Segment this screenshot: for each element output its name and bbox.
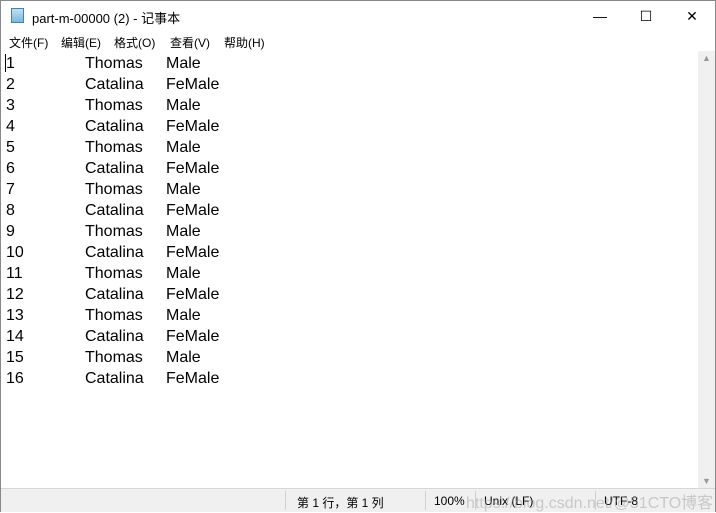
text-caret xyxy=(5,54,6,72)
text-line: 13 Thomas Male xyxy=(1,305,601,326)
line-number: 3 xyxy=(6,97,15,114)
notepad-icon xyxy=(11,8,24,23)
minimize-button[interactable]: — xyxy=(577,1,623,31)
line-name: Catalina xyxy=(85,286,144,303)
line-name: Catalina xyxy=(85,76,144,93)
line-number: 7 xyxy=(6,181,15,198)
line-gender: FeMale xyxy=(166,160,220,177)
line-gender: Male xyxy=(166,223,201,240)
status-bar: 第 1 行，第 1 列 100% Unix (LF) UTF-8 https:/… xyxy=(1,488,715,512)
line-number: 16 xyxy=(6,370,24,387)
line-number: 12 xyxy=(6,286,24,303)
text-line: 15 Thomas Male xyxy=(1,347,601,368)
line-gender: FeMale xyxy=(166,244,220,261)
text-line: 12 Catalina FeMale xyxy=(1,284,601,305)
line-name: Thomas xyxy=(85,349,143,366)
cursor-position: 第 1 行，第 1 列 xyxy=(297,496,384,510)
menu-bar: 文件(F) 编辑(E) 格式(O) 查看(V) 帮助(H) xyxy=(1,31,715,51)
menu-help[interactable]: 帮助(H) xyxy=(224,34,265,51)
menu-edit[interactable]: 编辑(E) xyxy=(61,34,101,51)
line-number: 10 xyxy=(6,244,24,261)
text-line: 16 Catalina FeMale xyxy=(1,368,601,389)
line-name: Thomas xyxy=(85,265,143,282)
line-gender: FeMale xyxy=(166,118,220,135)
text-line: 14 Catalina FeMale xyxy=(1,326,601,347)
text-line: 2 Catalina FeMale xyxy=(1,74,601,95)
line-name: Thomas xyxy=(85,181,143,198)
menu-format[interactable]: 格式(O) xyxy=(114,34,155,51)
menu-view[interactable]: 查看(V) xyxy=(170,34,210,51)
line-name: Catalina xyxy=(85,328,144,345)
text-line: 3 Thomas Male xyxy=(1,95,601,116)
line-gender: FeMale xyxy=(166,328,220,345)
menu-file[interactable]: 文件(F) xyxy=(9,34,48,51)
title-bar: part-m-00000 (2) - 记事本 — ☐ ✕ xyxy=(1,1,715,31)
text-line: 8 Catalina FeMale xyxy=(1,200,601,221)
line-number: 15 xyxy=(6,349,24,366)
line-name: Catalina xyxy=(85,160,144,177)
line-name: Catalina xyxy=(85,370,144,387)
line-name: Thomas xyxy=(85,223,143,240)
line-name: Thomas xyxy=(85,307,143,324)
line-name: Catalina xyxy=(85,202,144,219)
line-gender: Male xyxy=(166,307,201,324)
watermark: https://blog.csdn.net/@51CTO博客 xyxy=(466,495,714,512)
line-name: Catalina xyxy=(85,118,144,135)
line-number: 13 xyxy=(6,307,24,324)
text-line: 11 Thomas Male xyxy=(1,263,601,284)
line-number: 14 xyxy=(6,328,24,345)
line-number: 1 xyxy=(6,55,15,72)
line-gender: FeMale xyxy=(166,76,220,93)
line-gender: FeMale xyxy=(166,370,220,387)
text-line: 9 Thomas Male xyxy=(1,221,601,242)
line-number: 8 xyxy=(6,202,15,219)
scroll-down-icon[interactable]: ▼ xyxy=(698,476,715,486)
text-line: 6 Catalina FeMale xyxy=(1,158,601,179)
vertical-scrollbar[interactable]: ▲ ▼ xyxy=(698,51,715,488)
line-number: 6 xyxy=(6,160,15,177)
line-gender: Male xyxy=(166,349,201,366)
line-gender: FeMale xyxy=(166,202,220,219)
text-line: 4 Catalina FeMale xyxy=(1,116,601,137)
line-name: Catalina xyxy=(85,244,144,261)
line-gender: Male xyxy=(166,139,201,156)
scroll-up-icon[interactable]: ▲ xyxy=(698,53,715,63)
line-number: 9 xyxy=(6,223,15,240)
close-button[interactable]: ✕ xyxy=(669,1,715,31)
line-name: Thomas xyxy=(85,55,143,72)
line-number: 4 xyxy=(6,118,15,135)
line-number: 5 xyxy=(6,139,15,156)
text-line: 7 Thomas Male xyxy=(1,179,601,200)
line-name: Thomas xyxy=(85,97,143,114)
line-number: 2 xyxy=(6,76,15,93)
line-number: 11 xyxy=(6,265,23,282)
maximize-button[interactable]: ☐ xyxy=(623,1,669,31)
line-gender: Male xyxy=(166,181,201,198)
text-line: 1 Thomas Male xyxy=(1,53,601,74)
text-line: 10 Catalina FeMale xyxy=(1,242,601,263)
text-line: 5 Thomas Male xyxy=(1,137,601,158)
text-editor[interactable]: 1 Thomas Male 2 Catalina FeMale 3 Thomas Male 4 Ca… xyxy=(1,51,698,488)
line-gender: Male xyxy=(166,55,201,72)
line-gender: Male xyxy=(166,265,201,282)
line-gender: FeMale xyxy=(166,286,220,303)
line-name: Thomas xyxy=(85,139,143,156)
window-title: part-m-00000 (2) - 记事本 xyxy=(32,11,181,26)
line-gender: Male xyxy=(166,97,201,114)
zoom-level: 100% xyxy=(434,494,465,508)
